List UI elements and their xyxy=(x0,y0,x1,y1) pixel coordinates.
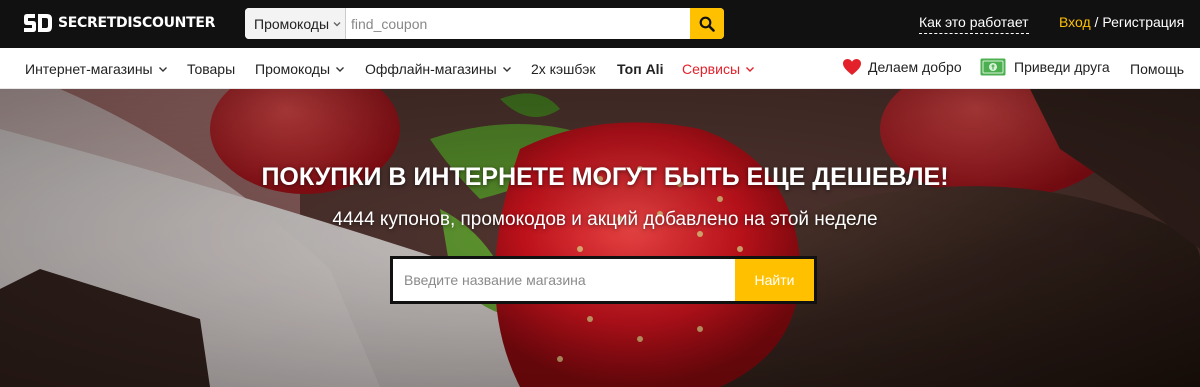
search-button[interactable] xyxy=(690,8,724,39)
nav-item-label: Товары xyxy=(187,61,236,77)
logo[interactable]: SECRETDISCOUNTER xyxy=(22,12,215,34)
hero-subtitle: 4444 купонов, промокодов и акций добавле… xyxy=(332,209,878,230)
nav-item-label: Топ Ali xyxy=(617,61,664,77)
nav-item-2x-cashback[interactable]: 2х кэшбэк xyxy=(531,61,595,77)
hero-background-image xyxy=(0,89,1200,387)
nav-item-label: Сервисы xyxy=(682,61,741,77)
store-search-input[interactable] xyxy=(393,259,735,301)
nav-item-label: Оффлайн-магазины xyxy=(365,61,497,77)
nav-item-products[interactable]: Товары xyxy=(187,61,235,77)
nav-item-help[interactable]: Помощь xyxy=(1130,61,1184,77)
nav-item-top-ali[interactable]: Топ Ali xyxy=(617,61,663,77)
nav-item-label: Делаем добро xyxy=(868,59,962,75)
register-link[interactable]: Регистрация xyxy=(1102,14,1184,30)
search-input[interactable] xyxy=(346,8,690,39)
auth-links: Вход / Регистрация xyxy=(1059,14,1184,30)
nav-item-online-stores[interactable]: Интернет-магазины xyxy=(25,61,168,77)
nav-item-do-good[interactable]: Делаем добро xyxy=(842,58,962,76)
top-bar: SECRETDISCOUNTER Промокоды Как это работ… xyxy=(0,0,1200,48)
chevron-down-icon xyxy=(746,67,755,72)
nav-item-label: Помощь xyxy=(1130,61,1185,77)
nav-item-label: 2х кэшбэк xyxy=(531,61,596,77)
login-link[interactable]: Вход xyxy=(1059,14,1091,30)
nav-item-label: Интернет-магазины xyxy=(25,61,153,77)
nav-item-invite-friend[interactable]: Приведи друга xyxy=(980,58,1110,76)
auth-separator: / xyxy=(1090,14,1103,30)
nav-item-offline-stores[interactable]: Оффлайн-магазины xyxy=(365,61,512,77)
money-icon xyxy=(980,58,1006,76)
logo-icon xyxy=(24,14,52,32)
hero-banner: ПОКУПКИ В ИНТЕРНЕТЕ МОГУТ БЫТЬ ЕЩЕ ДЕШЕВ… xyxy=(0,89,1200,387)
nav-item-label: Приведи друга xyxy=(1014,59,1110,75)
nav-item-services[interactable]: Сервисы xyxy=(682,61,755,77)
nav-item-label: Промокоды xyxy=(255,61,331,77)
chevron-down-icon xyxy=(333,21,341,26)
search-type-select[interactable]: Промокоды xyxy=(245,8,346,39)
nav-item-promocodes[interactable]: Промокоды xyxy=(255,61,345,77)
how-it-works-link[interactable]: Как это работает xyxy=(919,14,1029,34)
store-search: Найти xyxy=(390,256,817,304)
heart-icon xyxy=(843,59,861,75)
chevron-down-icon xyxy=(336,67,345,72)
chevron-down-icon xyxy=(502,67,511,72)
logo-text: SECRETDISCOUNTER xyxy=(58,15,216,31)
chevron-down-icon xyxy=(158,67,167,72)
hero-title: ПОКУПКИ В ИНТЕРНЕТЕ МОГУТ БЫТЬ ЕЩЕ ДЕШЕВ… xyxy=(261,163,949,191)
header-search: Промокоды xyxy=(245,8,724,39)
search-icon xyxy=(699,16,715,32)
store-search-button[interactable]: Найти xyxy=(735,259,814,301)
main-nav: Интернет-магазины Товары Промокоды Оффла… xyxy=(0,48,1200,89)
search-type-label: Промокоды xyxy=(254,15,330,32)
